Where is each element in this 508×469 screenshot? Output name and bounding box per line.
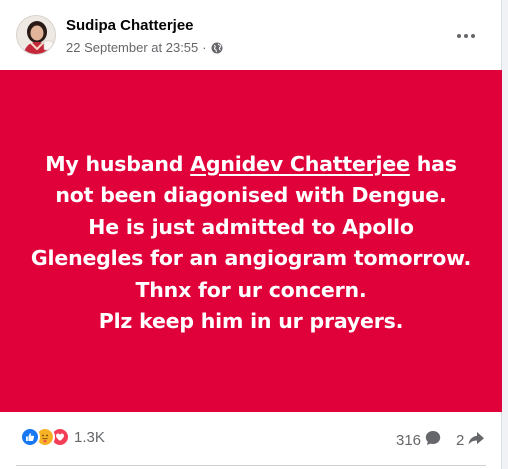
post-footer: 1.3K 316 2: [0, 412, 502, 469]
share-count-link[interactable]: 2: [456, 429, 485, 451]
like-icon: [20, 427, 40, 447]
reaction-count: 1.3K: [74, 428, 105, 446]
post-meta: 22 September at 23:55 ·: [66, 40, 223, 55]
post-text: My husband Agnidev Chatterjee has not be…: [16, 149, 486, 338]
more-dot: [464, 34, 468, 38]
post-text-segment: has: [409, 151, 457, 176]
comment-count-link[interactable]: 316: [396, 429, 442, 451]
footer-divider: [16, 465, 486, 466]
post-timestamp[interactable]: 22 September at 23:55: [66, 40, 198, 55]
post-text-segment: My husband: [45, 151, 191, 176]
reactions-summary[interactable]: 1.3K: [20, 427, 105, 447]
meta-separator: ·: [202, 40, 207, 55]
more-options-button[interactable]: [452, 24, 480, 48]
avatar[interactable]: [16, 15, 56, 55]
post-text-line-4: Glenegles for an angiogram tomorrow.: [30, 246, 472, 270]
share-arrow-icon: [467, 429, 485, 451]
facebook-post: Sudipa Chatterjee 22 September at 23:55 …: [0, 0, 502, 469]
post-text-line-2: not been diagonised with Dengue.: [55, 183, 447, 207]
comment-count: 316: [396, 431, 422, 449]
post-header: Sudipa Chatterjee 22 September at 23:55 …: [0, 0, 502, 70]
avatar-photo: [17, 16, 55, 54]
post-text-background: My husband Agnidev Chatterjee has not be…: [0, 70, 502, 412]
more-horizontal-icon: [457, 34, 461, 38]
post-text-line-1: My husband Agnidev Chatterjee has: [16, 149, 486, 181]
post-text-line-6: Plz keep him in ur prayers.: [98, 309, 404, 333]
post-text-line-5: Thnx for ur concern.: [135, 277, 367, 302]
post-stats: 316 2: [396, 429, 485, 451]
more-dot: [471, 34, 475, 38]
mention-link[interactable]: Agnidev Chatterjee: [190, 152, 410, 176]
globe-icon[interactable]: [211, 42, 223, 54]
share-count: 2: [456, 431, 465, 449]
comment-bubble-icon: [424, 429, 442, 451]
post-text-line-3: He is just admitted to Apollo: [88, 214, 414, 239]
author-name[interactable]: Sudipa Chatterjee: [66, 17, 194, 34]
